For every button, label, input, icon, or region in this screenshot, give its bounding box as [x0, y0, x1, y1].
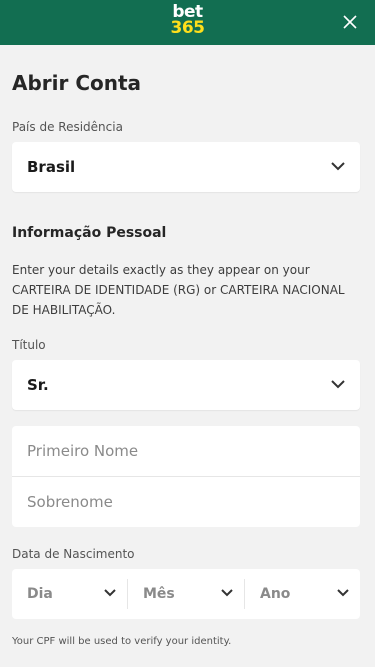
chevron-down-icon	[331, 162, 345, 171]
first-name-input[interactable]	[12, 426, 360, 476]
chevron-down-icon	[221, 589, 233, 597]
country-label: País de Residência	[12, 120, 123, 134]
page-title: Abrir Conta	[12, 71, 142, 95]
personal-info-description: Enter your details exactly as they appea…	[12, 263, 345, 317]
dob-month-select[interactable]: Mês	[128, 569, 244, 619]
title-select[interactable]: Sr.	[12, 360, 360, 410]
close-button[interactable]	[339, 11, 361, 33]
dob-day-value: Dia	[27, 586, 53, 602]
title-label: Título	[12, 338, 46, 352]
cpf-note: Your CPF will be used to verify your ide…	[12, 636, 232, 647]
dob-label: Data de Nascimento	[12, 547, 135, 561]
chevron-down-icon	[331, 380, 345, 389]
bet365-logo: bet 365	[0, 4, 375, 38]
close-icon	[343, 15, 357, 29]
dob-selects: Dia Mês Ano	[12, 569, 360, 619]
personal-info-title: Informação Pessoal	[12, 225, 167, 241]
dob-day-select[interactable]: Dia	[12, 569, 127, 619]
dob-month-value: Mês	[143, 586, 175, 602]
registration-form: Abrir Conta País de Residência Brasil In…	[0, 45, 375, 667]
title-value: Sr.	[27, 376, 49, 394]
country-select[interactable]: Brasil	[12, 142, 360, 192]
dob-year-value: Ano	[260, 586, 291, 602]
chevron-down-icon	[337, 589, 349, 597]
name-fields	[12, 426, 360, 527]
country-value: Brasil	[27, 158, 76, 176]
logo-text-bottom: 365	[170, 18, 206, 38]
dob-year-select[interactable]: Ano	[245, 569, 360, 619]
last-name-input[interactable]	[12, 477, 360, 527]
app-header: bet 365	[0, 0, 375, 45]
chevron-down-icon	[104, 589, 116, 597]
